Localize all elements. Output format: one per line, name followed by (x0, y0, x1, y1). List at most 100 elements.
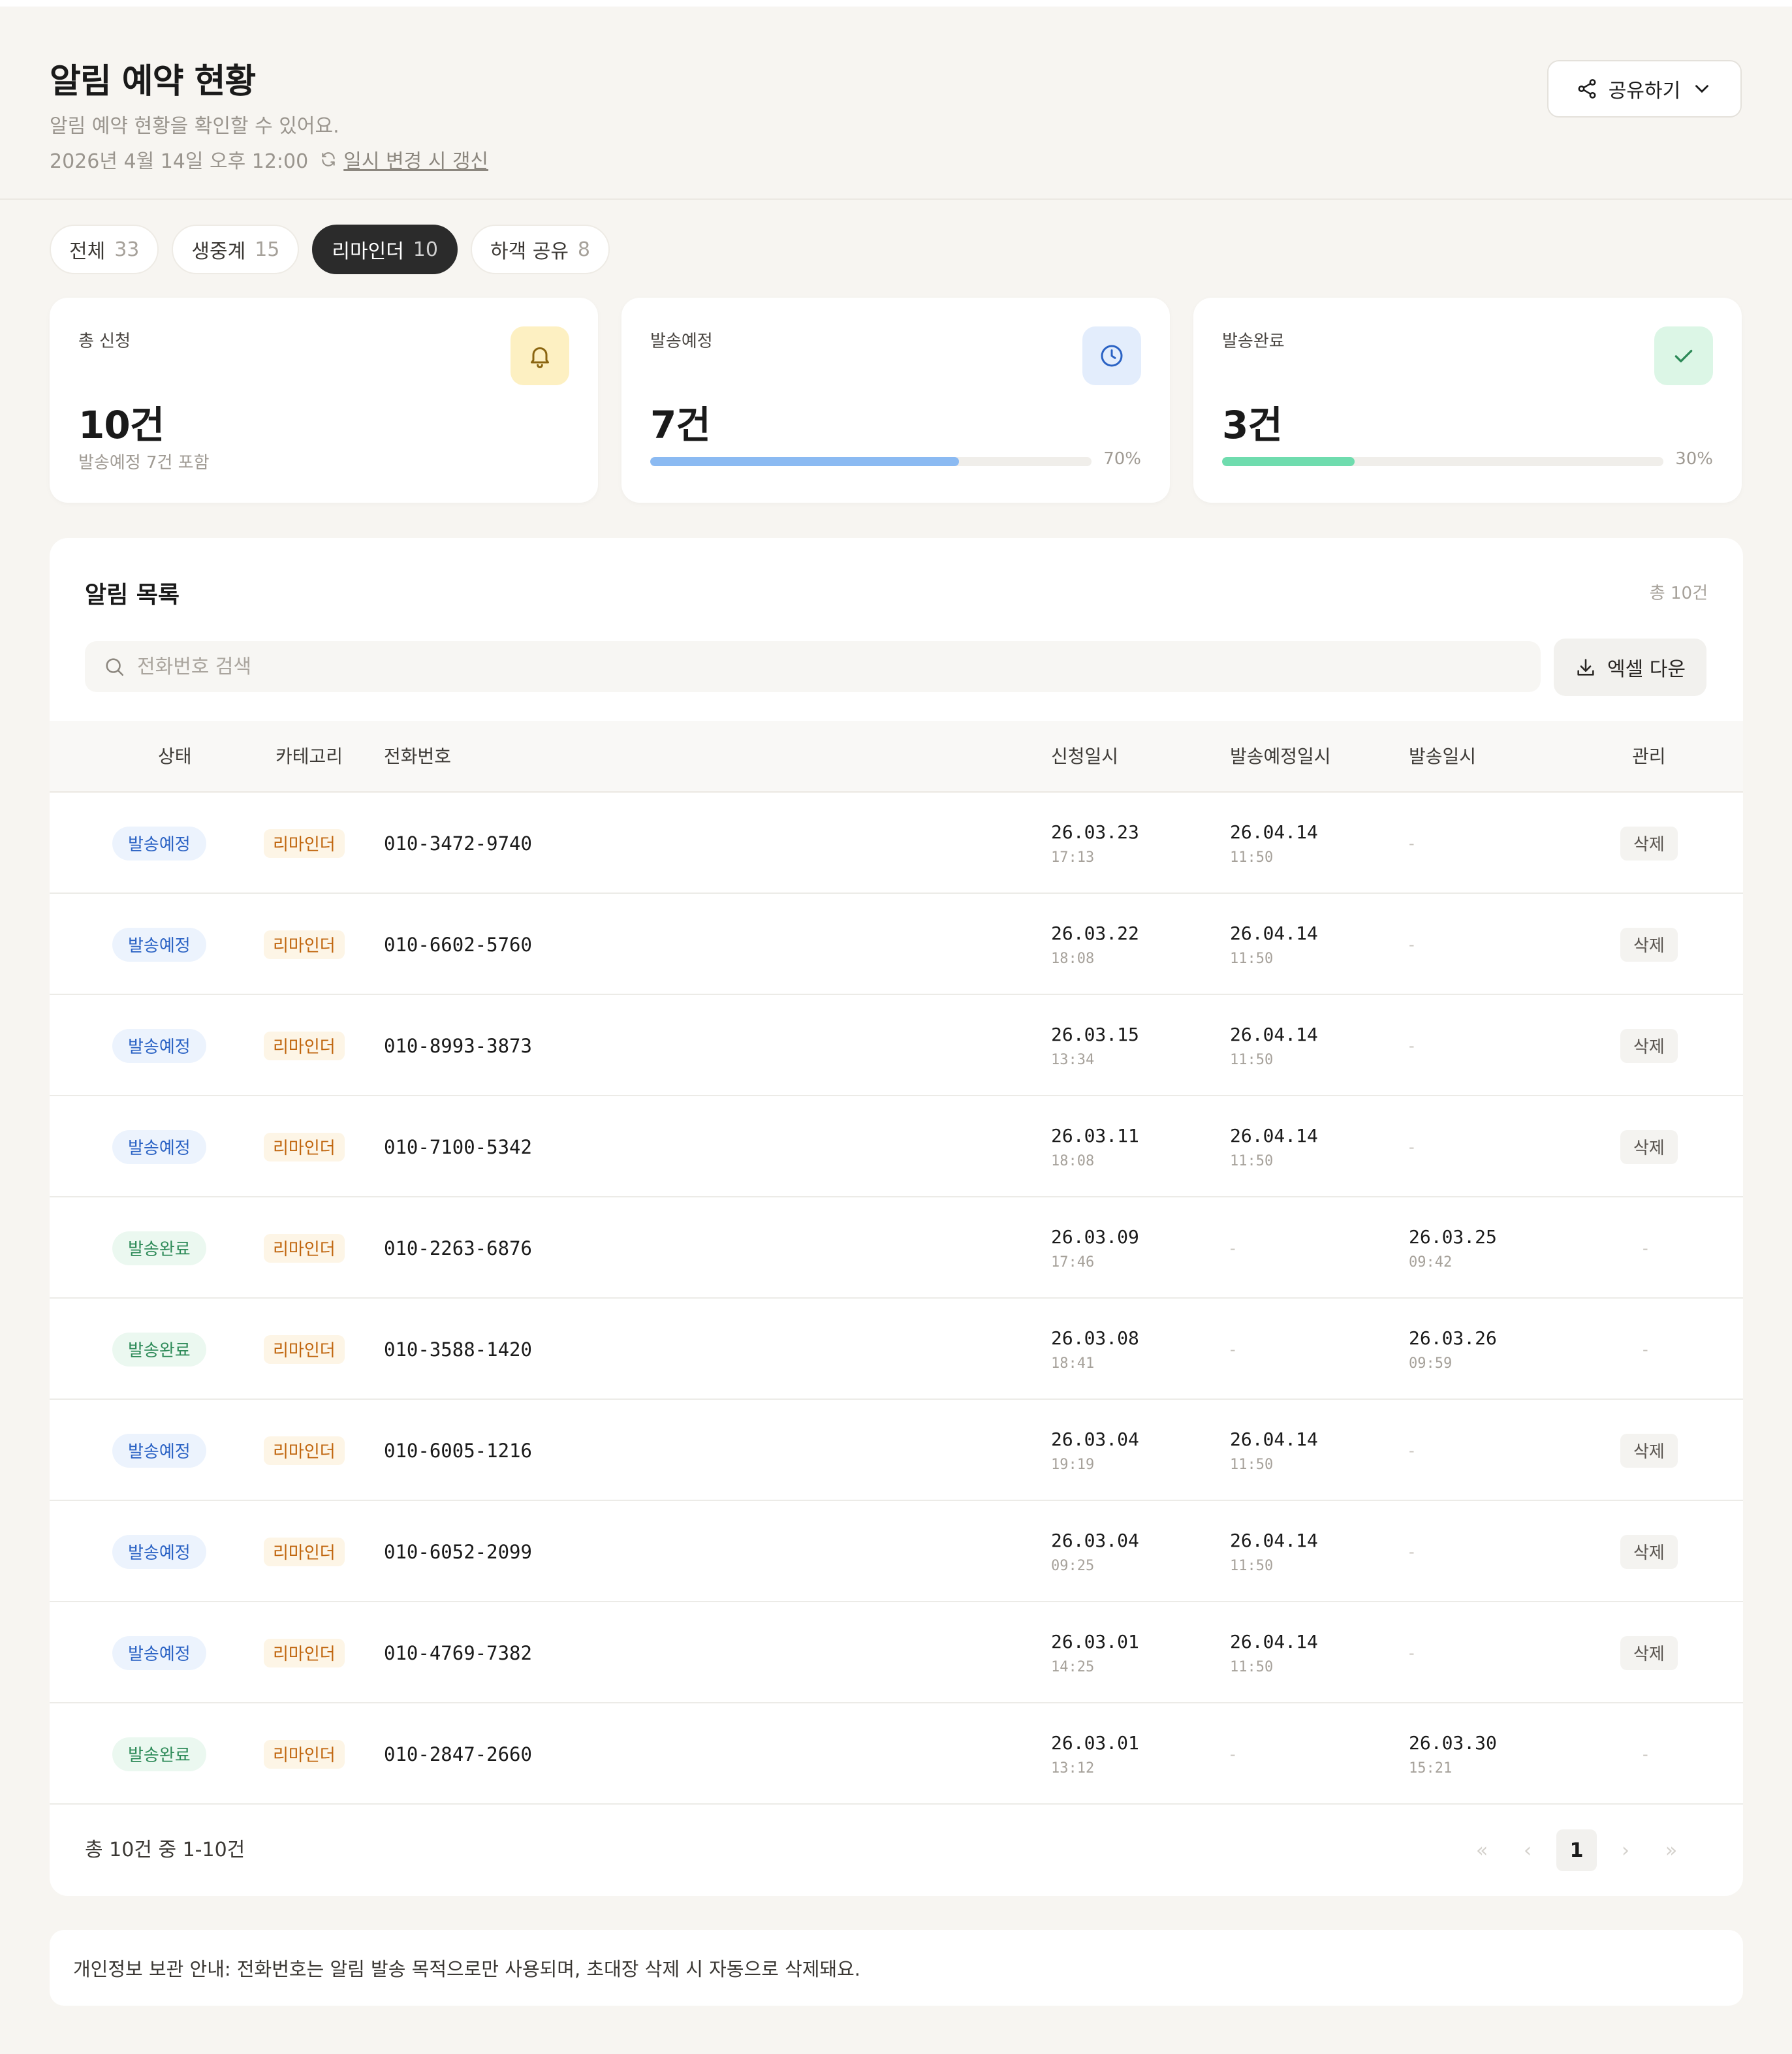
stat-label: 발송완료 (1222, 332, 1285, 351)
category-cell: 리마인더 (264, 1400, 345, 1501)
empty-mark: - (1409, 1542, 1415, 1561)
date-value: 26.03.25 (1409, 1225, 1497, 1248)
category-cell: 리마인더 (264, 1703, 345, 1805)
scheduled-progress-bar (650, 457, 1092, 466)
search-input[interactable] (137, 655, 1443, 678)
clock-icon (1082, 326, 1141, 385)
sent-cell: - (1409, 1602, 1415, 1703)
date-value: 26.03.01 (1051, 1731, 1139, 1754)
empty-mark: - (1230, 1745, 1236, 1763)
delete-button[interactable]: 삭제 (1620, 1028, 1678, 1063)
phone-cell: 010-7100-5342 (384, 1096, 532, 1197)
time-value: 19:19 (1051, 1456, 1095, 1473)
date-value: 26.03.04 (1051, 1529, 1139, 1551)
tab-count: 15 (255, 238, 280, 261)
stat-card-scheduled: 발송예정 7건 70% (621, 298, 1170, 503)
delete-button[interactable]: 삭제 (1620, 826, 1678, 861)
time-value: 11:50 (1230, 1456, 1274, 1473)
sent-cell: - (1409, 793, 1415, 894)
status-badge: 발송예정 (112, 1130, 206, 1164)
empty-mark: - (1409, 1441, 1415, 1460)
status-badge: 발송예정 (112, 1028, 206, 1063)
scheduled-cell: - (1230, 1197, 1236, 1299)
phone-number: 010-7100-5342 (384, 1135, 532, 1158)
sent-cell: - (1409, 1501, 1415, 1602)
category-cell: 리마인더 (264, 894, 345, 995)
time-value: 11:50 (1230, 950, 1274, 967)
time-value: 11:50 (1230, 1658, 1274, 1675)
delete-button[interactable]: 삭제 (1620, 1635, 1678, 1670)
alert-list-panel: 알림 목록 총 10건 엑셀 다운 상태 카테고리 전화번호 신청일시 발송예정… (50, 538, 1743, 1896)
manage-cell: 삭제 (1620, 1602, 1678, 1703)
date-value: 26.04.14 (1230, 1428, 1318, 1450)
phone-cell: 010-6602-5760 (384, 894, 532, 995)
empty-mark: - (1409, 1036, 1415, 1055)
search-icon (106, 658, 124, 676)
empty-mark: - (1643, 1340, 1648, 1359)
excel-download-button[interactable]: 엑셀 다운 (1554, 639, 1706, 696)
tab-reminder[interactable]: 리마인더 10 (312, 225, 458, 274)
delete-button[interactable]: 삭제 (1620, 1534, 1678, 1569)
time-value: 11:50 (1230, 1152, 1274, 1169)
last-page-button[interactable]: » (1654, 1829, 1688, 1871)
category-cell: 리마인더 (264, 1197, 345, 1299)
date-value: 26.03.23 (1051, 821, 1139, 843)
time-value: 15:21 (1409, 1760, 1453, 1777)
status-cell: 발송예정 (112, 793, 206, 894)
category-badge: 리마인더 (264, 829, 345, 858)
empty-mark: - (1409, 935, 1415, 954)
phone-cell: 010-6052-2099 (384, 1501, 532, 1602)
stat-note: 발송예정 7건 포함 (78, 453, 210, 473)
status-cell: 발송완료 (112, 1197, 206, 1299)
first-page-button[interactable]: « (1465, 1829, 1499, 1871)
date-value: 26.04.14 (1230, 821, 1318, 843)
requested-cell: 26.03.01 13:12 (1051, 1703, 1139, 1805)
category-cell: 리마인더 (264, 995, 345, 1096)
tab-label: 전체 (69, 240, 106, 263)
prev-page-button[interactable]: ‹ (1511, 1829, 1545, 1871)
col-manage: 관리 (1632, 746, 1666, 767)
col-phone: 전화번호 (384, 746, 452, 767)
category-badge: 리마인더 (264, 1537, 345, 1566)
phone-number: 010-3472-9740 (384, 832, 532, 855)
requested-cell: 26.03.11 18:08 (1051, 1096, 1139, 1197)
time-value: 11:50 (1230, 1051, 1274, 1068)
tab-live[interactable]: 생중계 15 (172, 225, 300, 274)
col-status: 상태 (158, 746, 192, 767)
timestamp: 2026년 4월 14일 오후 12:00 (50, 150, 309, 173)
next-page-button[interactable]: › (1609, 1829, 1643, 1871)
time-value: 17:46 (1051, 1254, 1095, 1271)
bell-icon (511, 326, 569, 385)
search-box (85, 641, 1541, 692)
category-cell: 리마인더 (264, 1096, 345, 1197)
stat-value: 3건 (1222, 403, 1283, 447)
phone-number: 010-8993-3873 (384, 1034, 532, 1057)
date-value: 26.03.22 (1051, 922, 1139, 944)
phone-number: 010-6602-5760 (384, 933, 532, 956)
date-value: 26.03.04 (1051, 1428, 1139, 1450)
scheduled-cell: 26.04.14 11:50 (1230, 1602, 1318, 1703)
sent-cell: 26.03.25 09:42 (1409, 1197, 1497, 1299)
tab-guest-share[interactable]: 하객 공유 8 (470, 225, 610, 274)
page-1-button[interactable]: 1 (1556, 1829, 1597, 1871)
category-tabs: 전체 33 생중계 15 리마인더 10 하객 공유 8 (50, 225, 610, 274)
list-title: 알림 목록 (85, 582, 180, 608)
tab-all[interactable]: 전체 33 (50, 225, 159, 274)
category-badge: 리마인더 (264, 930, 345, 959)
sent-cell: - (1409, 1096, 1415, 1197)
page-title: 알림 예약 현황 (50, 62, 256, 101)
delete-button[interactable]: 삭제 (1620, 927, 1678, 962)
status-cell: 발송완료 (112, 1703, 206, 1805)
phone-cell: 010-2263-6876 (384, 1197, 532, 1299)
delete-button[interactable]: 삭제 (1620, 1433, 1678, 1468)
phone-number: 010-6005-1216 (384, 1439, 532, 1462)
share-button[interactable]: 공유하기 (1547, 60, 1742, 118)
category-badge: 리마인더 (264, 1638, 345, 1667)
category-badge: 리마인더 (264, 1233, 345, 1263)
delete-button[interactable]: 삭제 (1620, 1130, 1678, 1164)
refresh-link[interactable]: 일시 변경 시 갱신 (320, 145, 488, 174)
table-row: 발송완료 리마인더 010-2263-6876 26.03.09 17:46 - 26.03… (50, 1197, 1743, 1299)
timestamp-row: 2026년 4월 14일 오후 12:00 일시 변경 시 갱신 (50, 145, 488, 174)
requested-cell: 26.03.04 09:25 (1051, 1501, 1139, 1602)
time-value: 13:12 (1051, 1760, 1095, 1777)
